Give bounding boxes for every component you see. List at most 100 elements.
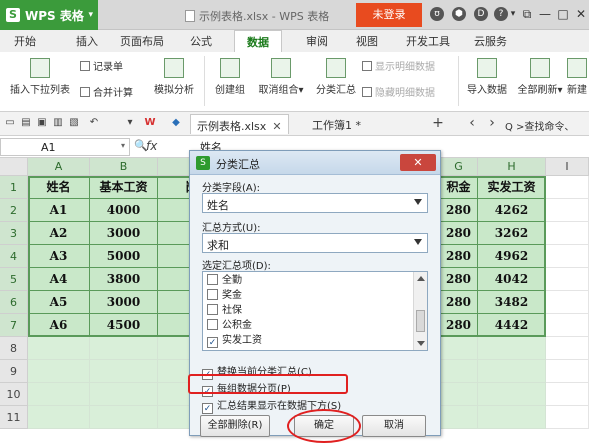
cell-G1[interactable]: 积金 — [440, 176, 478, 199]
cell-H9[interactable] — [478, 360, 546, 383]
scroll-thumb[interactable] — [416, 310, 425, 332]
cell-I7[interactable] — [546, 314, 589, 337]
row-header-9[interactable]: 9 — [0, 360, 28, 383]
cell-B7[interactable]: 4500 — [90, 314, 158, 337]
row-header-11[interactable]: 11 — [0, 406, 28, 429]
tab-start[interactable]: 开始 — [14, 33, 36, 49]
show-detail-button[interactable]: 显示明细数据 — [362, 58, 435, 73]
chevron-down-icon[interactable]: ▾ — [124, 117, 136, 129]
list-scrollbar[interactable] — [413, 272, 427, 350]
cell-G9[interactable] — [440, 360, 478, 383]
row-header-2[interactable]: 2 — [0, 199, 28, 222]
simulate-analysis-button[interactable]: 模拟分析 — [150, 58, 198, 96]
column-header-i[interactable]: I — [546, 158, 589, 176]
field-select[interactable]: 姓名 — [202, 193, 428, 213]
list-item[interactable]: 公积金 — [207, 319, 252, 333]
checkbox[interactable]: ✓ — [202, 369, 213, 380]
cell-A4[interactable]: A3 — [28, 245, 90, 268]
checkbox[interactable]: ✓ — [202, 386, 213, 397]
restore-window-icon[interactable]: ⧉ — [518, 5, 536, 23]
close-icon[interactable]: ✕ — [400, 154, 436, 171]
tab-insert[interactable]: 插入 — [76, 33, 98, 49]
cell-B2[interactable]: 4000 — [90, 199, 158, 222]
row-header-4[interactable]: 4 — [0, 245, 28, 268]
file-tab-example[interactable]: 示例表格.xlsx ✕ — [190, 114, 289, 134]
scroll-down-icon[interactable] — [417, 341, 425, 346]
row-header-7[interactable]: 7 — [0, 314, 28, 337]
cell-B3[interactable]: 3000 — [90, 222, 158, 245]
cell-H2[interactable]: 4262 — [478, 199, 546, 222]
cell-I11[interactable] — [546, 406, 589, 429]
cell-B10[interactable] — [90, 383, 158, 406]
cell-I4[interactable] — [546, 245, 589, 268]
subtotal-items-list[interactable]: 全勤 奖金 社保 公积金 ✓ 实发工资 — [202, 271, 428, 351]
login-button[interactable]: 未登录 — [356, 3, 422, 27]
hide-detail-button[interactable]: 隐藏明细数据 — [362, 84, 435, 99]
print-preview-icon[interactable]: ▥ — [52, 117, 64, 129]
column-header-g[interactable]: G — [440, 158, 478, 176]
tab-data[interactable]: 数据 — [234, 30, 282, 52]
summary-below-option[interactable]: ✓ 汇总结果显示在数据下方(S) — [202, 397, 341, 414]
cell-I1[interactable] — [546, 176, 589, 199]
cell-H10[interactable] — [478, 383, 546, 406]
close-window-icon[interactable]: ✕ — [572, 5, 589, 23]
cell-A3[interactable]: A2 — [28, 222, 90, 245]
skin-icon[interactable]: ʊ — [430, 7, 444, 21]
cell-A8[interactable] — [28, 337, 90, 360]
cell-A1[interactable]: 姓名 — [28, 176, 90, 199]
d-icon[interactable]: D — [474, 7, 488, 21]
file-tab-workbook1[interactable]: 工作簿1 * — [306, 114, 367, 134]
checkbox[interactable] — [207, 289, 218, 300]
subtotal-button[interactable]: 分类汇总 — [312, 58, 360, 96]
row-header-8[interactable]: 8 — [0, 337, 28, 360]
chevron-left-icon[interactable]: ‹ — [466, 116, 478, 130]
row-header-6[interactable]: 6 — [0, 291, 28, 314]
cell-A5[interactable]: A4 — [28, 268, 90, 291]
select-all-corner[interactable] — [0, 158, 28, 176]
cell-I9[interactable] — [546, 360, 589, 383]
name-box[interactable]: A1 ▾ — [0, 138, 130, 156]
list-item[interactable]: 全勤 — [207, 274, 242, 288]
open-folder-icon[interactable]: ▭ — [4, 117, 16, 129]
record-form-button[interactable]: 记录单 — [80, 58, 123, 73]
cell-H11[interactable] — [478, 406, 546, 429]
cell-G7[interactable]: 280 — [440, 314, 478, 337]
shield-icon[interactable]: ⬢ — [452, 7, 466, 21]
cell-G3[interactable]: 280 — [440, 222, 478, 245]
save-icon[interactable]: ▤ — [20, 117, 32, 129]
cell-B11[interactable] — [90, 406, 158, 429]
checkbox[interactable]: ✓ — [202, 403, 213, 414]
tab-formula[interactable]: 公式 — [190, 33, 212, 49]
cell-I5[interactable] — [546, 268, 589, 291]
cell-G10[interactable] — [440, 383, 478, 406]
cell-A9[interactable] — [28, 360, 90, 383]
tab-cloud[interactable]: 云服务 — [474, 33, 507, 49]
print-icon[interactable]: ▣ — [36, 117, 48, 129]
minimize-icon[interactable]: — — [536, 5, 554, 23]
close-icon[interactable]: ✕ — [272, 120, 281, 133]
cell-A6[interactable]: A5 — [28, 291, 90, 314]
row-header-1[interactable]: 1 — [0, 176, 28, 199]
ungroup-button[interactable]: 取消组合▾ — [252, 58, 310, 96]
cell-B9[interactable] — [90, 360, 158, 383]
checkbox[interactable] — [207, 319, 218, 330]
cell-G11[interactable] — [440, 406, 478, 429]
checkbox[interactable] — [207, 274, 218, 285]
cell-I3[interactable] — [546, 222, 589, 245]
merge-calculation-button[interactable]: 合并计算 — [80, 84, 133, 99]
cell-H4[interactable]: 4962 — [478, 245, 546, 268]
cell-H8[interactable] — [478, 337, 546, 360]
cell-H6[interactable]: 3482 — [478, 291, 546, 314]
cell-I8[interactable] — [546, 337, 589, 360]
column-header-h[interactable]: H — [478, 158, 546, 176]
row-header-10[interactable]: 10 — [0, 383, 28, 406]
cancel-button[interactable]: 取消 — [362, 415, 426, 437]
tab-view[interactable]: 视图 — [356, 33, 378, 49]
cell-I10[interactable] — [546, 383, 589, 406]
add-tab-icon[interactable]: + — [432, 116, 444, 130]
maximize-icon[interactable]: □ — [554, 5, 572, 23]
list-item[interactable]: 社保 — [207, 304, 242, 318]
cell-B5[interactable]: 3800 — [90, 268, 158, 291]
cell-H3[interactable]: 3262 — [478, 222, 546, 245]
list-item[interactable]: 奖金 — [207, 289, 242, 303]
